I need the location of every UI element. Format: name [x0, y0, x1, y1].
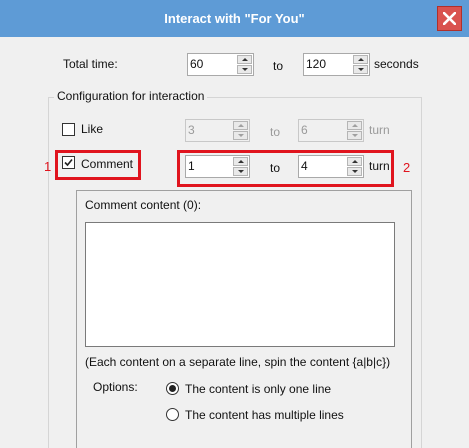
close-icon — [443, 12, 456, 25]
option-single-line-label[interactable]: The content is only one line — [185, 382, 331, 397]
total-time-to-value[interactable]: 120 — [306, 57, 326, 72]
like-from-value[interactable]: 3 — [188, 123, 195, 138]
spin-up-button[interactable] — [347, 121, 362, 130]
total-time-from-spinner[interactable]: 60 — [187, 53, 254, 76]
spin-up-button[interactable] — [233, 121, 248, 130]
like-to-spinner[interactable]: 6 — [298, 119, 364, 142]
total-time-from-value[interactable]: 60 — [190, 57, 203, 72]
spin-down-button[interactable] — [347, 131, 362, 140]
spin-up-button[interactable] — [353, 55, 368, 64]
comment-to-label: to — [270, 161, 281, 175]
spin-up-button[interactable] — [237, 55, 252, 64]
annotation-marker-2: 2 — [403, 160, 411, 175]
like-checkbox[interactable] — [62, 123, 75, 136]
total-time-to-label: to — [273, 59, 284, 73]
config-legend: Configuration for interaction — [54, 89, 208, 104]
window-title: Interact with "For You" — [164, 11, 305, 26]
comment-from-spinner[interactable]: 1 — [185, 155, 250, 178]
close-button[interactable] — [437, 6, 462, 31]
spin-down-button[interactable] — [353, 65, 368, 74]
comment-checkbox[interactable] — [62, 156, 75, 169]
like-unit: turn — [369, 123, 390, 137]
comment-label[interactable]: Comment — [81, 157, 133, 172]
option-single-line-radio[interactable] — [166, 382, 179, 395]
like-label[interactable]: Like — [81, 122, 103, 137]
comment-content-label: Comment content (0): — [85, 198, 202, 212]
option-multi-line-radio[interactable] — [166, 408, 179, 421]
spin-up-button[interactable] — [347, 157, 362, 166]
like-to-label: to — [270, 125, 281, 139]
spin-up-button[interactable] — [233, 157, 248, 166]
total-time-to-spinner[interactable]: 120 — [303, 53, 370, 76]
options-label: Options: — [93, 380, 138, 394]
spin-down-button[interactable] — [233, 167, 248, 176]
like-from-spinner[interactable]: 3 — [185, 119, 250, 142]
checkmark-icon — [64, 158, 73, 167]
spin-down-button[interactable] — [347, 167, 362, 176]
comment-to-spinner[interactable]: 4 — [298, 155, 364, 178]
comment-content-hint: (Each content on a separate line, spin t… — [85, 355, 391, 369]
radio-selected-dot — [169, 385, 176, 392]
comment-from-value[interactable]: 1 — [188, 159, 195, 174]
total-time-unit: seconds — [374, 57, 419, 71]
total-time-label: Total time: — [63, 57, 118, 71]
comment-unit: turn — [369, 159, 390, 173]
annotation-marker-1: 1 — [44, 159, 52, 174]
comment-to-value[interactable]: 4 — [301, 159, 308, 174]
like-to-value[interactable]: 6 — [301, 123, 308, 138]
comment-content-textarea[interactable] — [85, 222, 395, 347]
spin-down-button[interactable] — [233, 131, 248, 140]
spin-down-button[interactable] — [237, 65, 252, 74]
option-multi-line-label[interactable]: The content has multiple lines — [185, 408, 344, 423]
